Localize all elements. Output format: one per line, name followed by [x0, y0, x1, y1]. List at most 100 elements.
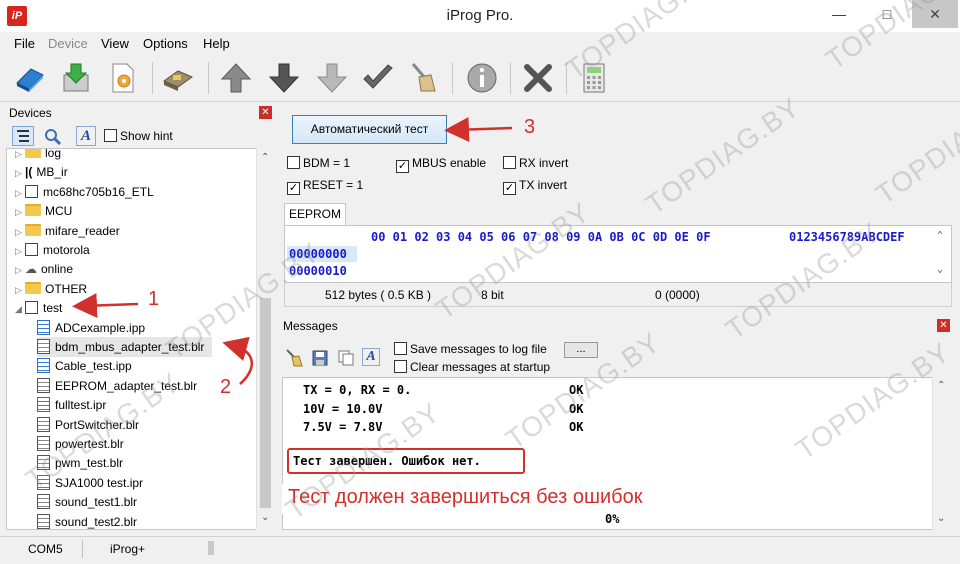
tree-node[interactable]: ▷ |(MB_ir — [15, 162, 68, 182]
reset-checkbox[interactable]: ✓ RESET = 1 — [287, 178, 363, 195]
tree-item-label: mifare_reader — [45, 223, 120, 238]
hex-row-address: 00000010 — [289, 264, 347, 278]
chip-icon — [25, 301, 38, 315]
scroll-up-icon[interactable]: ⌃ — [937, 230, 943, 241]
hex-row-address: 00000000 — [289, 247, 347, 261]
info-icon[interactable] — [464, 60, 500, 96]
tree-file-item[interactable]: sound_test1.blr — [37, 492, 137, 512]
devices-tree-scrollbar[interactable]: ⌃ ⌄ — [256, 148, 274, 530]
settings-file-icon[interactable] — [104, 60, 140, 96]
messages-scrollbar[interactable]: ⌃ ⌄ — [932, 377, 950, 530]
close-icon[interactable]: ✕ — [912, 0, 958, 28]
message-final-line: Тест завершен. Ошибок нет. — [293, 454, 481, 468]
scroll-down-icon[interactable]: ⌄ — [261, 512, 269, 523]
tree-node[interactable]: ▷ MCU — [15, 201, 72, 221]
expand-arrow-icon[interactable]: ▷ — [15, 241, 25, 261]
tree-node[interactable]: ▷ mc68hc705b16_ETL — [15, 182, 154, 202]
folder-icon — [25, 281, 41, 294]
expand-arrow-icon[interactable]: ▷ — [15, 280, 25, 300]
tree-file-item[interactable]: powertest.blr — [37, 434, 124, 454]
rx-invert-checkbox[interactable]: RX invert — [503, 156, 568, 170]
save-download-icon[interactable] — [58, 60, 94, 96]
eeprom-bits: 8 bit — [481, 288, 504, 302]
calculator-icon[interactable] — [576, 60, 612, 96]
clear-messages-broom-icon[interactable] — [284, 348, 304, 371]
tree-node[interactable]: ▷ OTHER — [15, 279, 87, 299]
annotation-step-2: 2 — [220, 376, 232, 398]
copy-messages-icon[interactable] — [338, 350, 354, 369]
maximize-icon[interactable]: □ — [864, 0, 910, 28]
arrow-down-light-icon[interactable] — [314, 60, 350, 96]
auto-test-button[interactable]: Автоматический тест — [292, 115, 447, 144]
devices-tree[interactable]: ▷ log ▷ |(MB_ir ▷ mc68hc705b16_ETL ▷ MCU ▷ mifare… — [6, 148, 274, 530]
expand-arrow-icon[interactable]: ▷ — [15, 163, 25, 183]
expand-arrow-icon[interactable]: ▷ — [15, 222, 25, 242]
file-icon — [37, 494, 50, 510]
arrow-up-icon[interactable] — [218, 60, 254, 96]
eeprom-status-bar: 512 bytes ( 0.5 KB ) 8 bit 0 (0000) — [284, 283, 952, 307]
menu-view[interactable]: View — [101, 36, 129, 51]
tree-item-label: online — [41, 262, 74, 277]
tree-item-label: fulltest.ipr — [55, 398, 107, 413]
menu-options[interactable]: Options — [143, 36, 188, 51]
broom-icon[interactable] — [404, 60, 440, 96]
minimize-icon[interactable]: — — [816, 0, 862, 28]
read-chip-icon[interactable] — [12, 60, 48, 96]
tree-item-label: bdm_mbus_adapter_test.blr — [55, 340, 205, 354]
save-messages-icon[interactable] — [312, 350, 328, 369]
browse-log-button[interactable]: ... — [564, 342, 598, 358]
tab-eeprom[interactable]: EEPROM — [284, 203, 346, 225]
tree-node[interactable]: ▷ mifare_reader — [15, 221, 120, 241]
folder-icon — [25, 204, 41, 217]
tree-file-item[interactable]: EEPROM_adapter_test.blr — [37, 376, 197, 396]
tree-node[interactable]: ▷ motorola — [15, 240, 90, 260]
toolbar-separator — [208, 62, 209, 94]
scroll-up-icon[interactable]: ⌃ — [261, 152, 269, 163]
expand-arrow-icon[interactable]: ◢ — [15, 299, 25, 319]
tree-node[interactable]: ▷ log — [15, 149, 61, 163]
arrow-down-icon[interactable] — [266, 60, 302, 96]
expand-arrow-icon[interactable]: ▷ — [15, 202, 25, 222]
mbus-enable-checkbox[interactable]: ✓ MBUS enable — [396, 156, 486, 173]
clear-startup-checkbox[interactable]: Clear messages at startup — [394, 360, 550, 374]
scroll-up-icon[interactable]: ⌃ — [937, 380, 945, 391]
eeprom-hex-view[interactable]: 00 01 02 03 04 05 06 07 08 09 0A 0B 0C 0… — [284, 225, 952, 283]
tree-file-item[interactable]: pwm_test.blr — [37, 453, 123, 473]
devices-panel-close-icon[interactable]: ✕ — [259, 106, 272, 119]
tree-file-item[interactable]: fulltest.ipr — [37, 395, 106, 415]
checkmark-icon[interactable] — [360, 60, 396, 96]
menu-help[interactable]: Help — [203, 36, 230, 51]
tree-file-item[interactable]: SJA1000 test.ipr — [37, 473, 143, 493]
tree-file-item[interactable]: sound_test2.blr — [37, 512, 137, 529]
bdm-checkbox[interactable]: BDM = 1 — [287, 156, 350, 170]
folder-icon — [25, 149, 41, 158]
expand-arrow-icon[interactable]: ▷ — [15, 183, 25, 203]
font-icon[interactable]: A — [76, 126, 96, 146]
expand-arrow-icon[interactable]: ▷ — [15, 260, 25, 280]
scroll-down-icon[interactable]: ⌄ — [937, 513, 945, 524]
tree-file-item[interactable]: Cable_test.ipp — [37, 356, 132, 376]
save-log-checkbox[interactable]: Save messages to log file — [394, 342, 547, 356]
tree-node[interactable]: ◢ test — [15, 298, 62, 318]
menu-device[interactable]: Device — [48, 36, 88, 51]
tree-node[interactable]: ▷ ☁ online — [15, 259, 73, 279]
tree-file-item[interactable]: bdm_mbus_adapter_test.blr — [37, 337, 213, 357]
tree-view-icon[interactable] — [12, 126, 34, 146]
scroll-down-icon[interactable]: ⌄ — [937, 264, 943, 275]
messages-panel-title: Messages — [283, 319, 338, 333]
tree-file-item[interactable]: ADCexample.ipp — [37, 318, 145, 338]
show-hint-checkbox[interactable]: Show hint — [104, 129, 173, 143]
font-icon[interactable]: A — [362, 348, 380, 366]
messages-panel-close-icon[interactable]: ✕ — [937, 319, 950, 332]
tree-item-label: OTHER — [45, 281, 87, 296]
tree-file-item[interactable]: PortSwitcher.blr — [37, 415, 139, 435]
search-icon[interactable] — [44, 128, 62, 149]
program-device-icon[interactable] — [160, 60, 196, 96]
file-icon — [37, 339, 50, 354]
scrollbar-thumb[interactable] — [260, 298, 271, 508]
menu-file[interactable]: File — [14, 36, 35, 51]
tx-invert-checkbox[interactable]: ✓ TX invert — [503, 178, 567, 195]
ir-icon: |( — [25, 165, 33, 180]
stop-x-icon[interactable] — [520, 60, 556, 96]
show-hint-label: Show hint — [120, 129, 173, 143]
